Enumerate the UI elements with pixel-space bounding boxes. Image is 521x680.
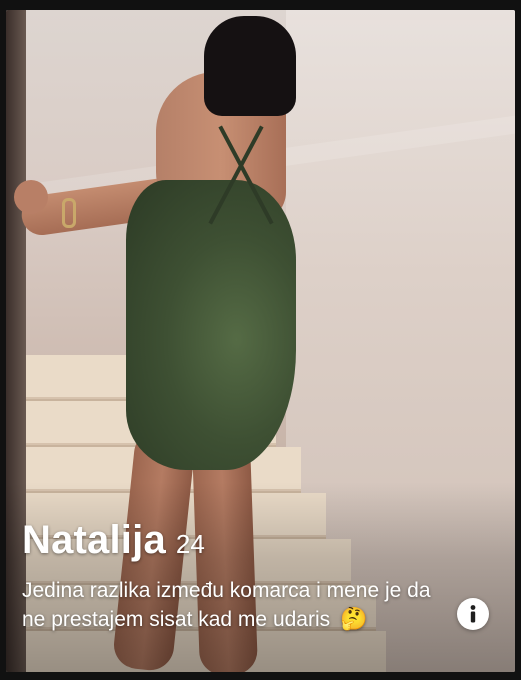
profile-age: 24 xyxy=(175,529,205,559)
screen-right-border xyxy=(515,0,521,680)
profile-name: Natalija xyxy=(22,518,166,562)
bracelet xyxy=(62,198,76,228)
profile-info: Natalija 24 Jedina razlika između komarc… xyxy=(22,518,442,634)
profile-bio-text: Jedina razlika između komarca i mene je … xyxy=(22,579,431,631)
profile-bio: Jedina razlika između komarca i mene je … xyxy=(22,577,442,634)
name-row: Natalija 24 xyxy=(22,518,442,563)
info-icon xyxy=(470,605,476,623)
info-button[interactable] xyxy=(457,598,489,630)
screen-bottom-border xyxy=(0,672,521,680)
photo-hair xyxy=(204,16,296,116)
photo-hand xyxy=(14,180,48,214)
screen-top-border xyxy=(0,0,521,10)
thinking-face-emoji: 🤔 xyxy=(339,606,368,631)
